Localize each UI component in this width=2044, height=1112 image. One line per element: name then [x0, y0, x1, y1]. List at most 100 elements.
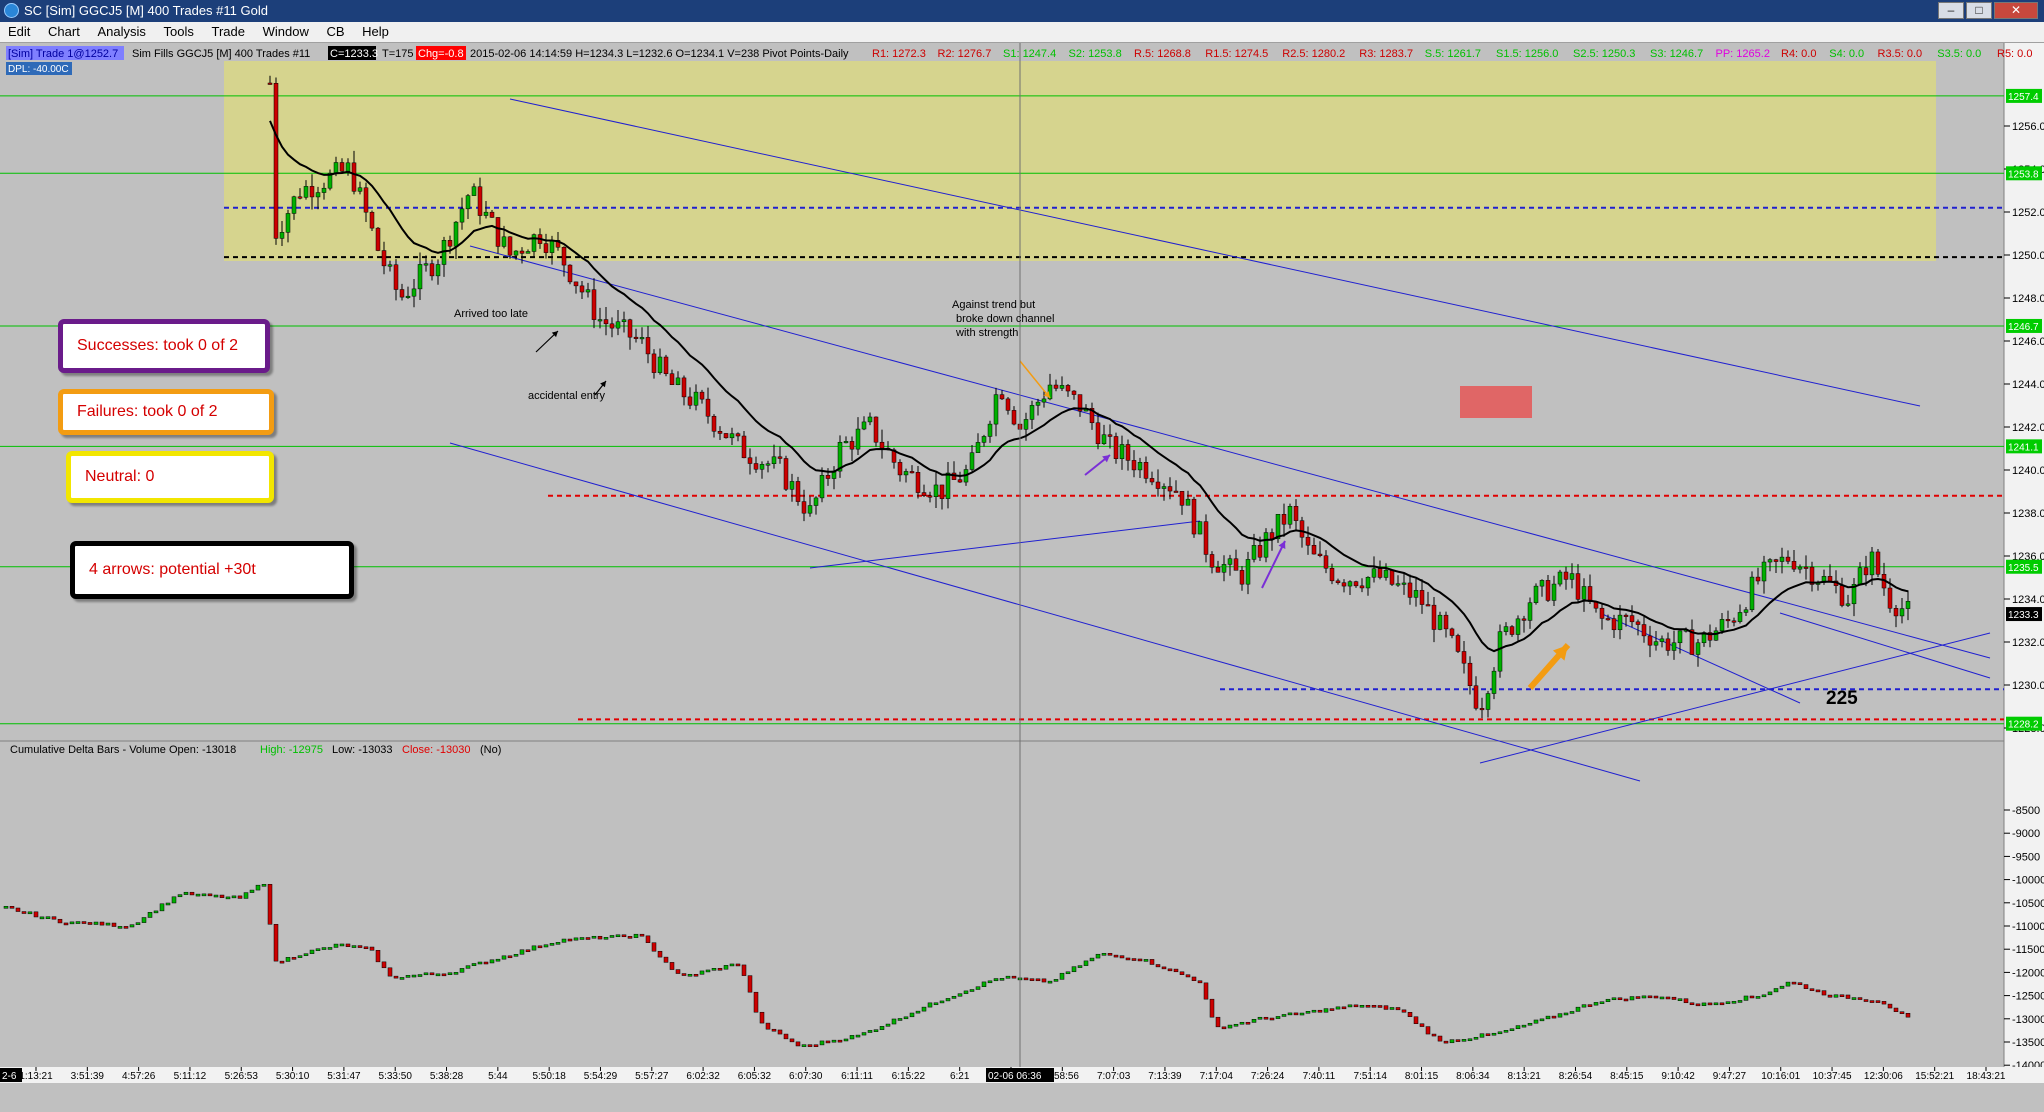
candle-body	[1774, 560, 1778, 562]
candle-body	[1396, 584, 1400, 586]
candle-body	[1864, 568, 1868, 575]
delta-bar	[1414, 1017, 1418, 1024]
delta-bar	[1078, 966, 1082, 968]
candle-body	[1420, 590, 1424, 604]
delta-bar	[346, 944, 350, 947]
candle-body	[1750, 577, 1754, 610]
delta-bar	[1588, 1005, 1592, 1007]
candle-body	[1492, 671, 1496, 693]
delta-bar	[664, 957, 668, 962]
delta-bar	[1156, 964, 1160, 966]
delta-bar	[1480, 1034, 1484, 1038]
delta-bar	[1798, 983, 1802, 985]
candle-body	[1636, 622, 1640, 625]
delta-bar	[514, 954, 518, 956]
candle-body	[1840, 586, 1844, 606]
delta-bar	[964, 991, 968, 994]
delta-bar	[1774, 988, 1778, 991]
candle-body	[1744, 610, 1748, 613]
candle-body	[1264, 533, 1268, 558]
delta-bar	[1000, 978, 1004, 980]
delta-bar	[1744, 996, 1748, 1000]
candle-body	[790, 481, 794, 489]
candle-body	[1408, 583, 1412, 597]
delta-tick-label: -10000	[2012, 875, 2044, 887]
candle-body	[1240, 570, 1244, 584]
delta-bar	[1510, 1029, 1514, 1031]
maximize-button[interactable]: □	[1966, 2, 1992, 19]
candle-body	[934, 485, 938, 497]
candle-body	[1456, 635, 1460, 651]
candle-body	[1342, 583, 1346, 586]
delta-bar	[52, 917, 56, 920]
candle-body	[682, 378, 686, 397]
time-tick-label: 5:50:18	[532, 1071, 566, 1082]
delta-bar	[1372, 1005, 1376, 1007]
delta-bar	[388, 968, 392, 976]
candle-body	[1036, 402, 1040, 405]
delta-bar	[34, 912, 38, 917]
menu-window[interactable]: Window	[255, 22, 315, 42]
delta-tick-label: -13500	[2012, 1037, 2044, 1049]
candle-body	[1648, 636, 1652, 645]
delta-bar	[1804, 985, 1808, 989]
candle-body	[910, 471, 914, 473]
candle-body	[412, 289, 416, 296]
successes-box: Successes: took 0 of 2	[58, 319, 270, 373]
failures-box: Failures: took 0 of 2	[58, 389, 274, 435]
delta-bar	[742, 965, 746, 976]
candle-body	[316, 193, 320, 197]
arrows-text: 4 arrows: potential +30t	[89, 562, 256, 578]
candle-body	[544, 244, 548, 253]
candle-body	[874, 417, 878, 442]
menu-trade[interactable]: Trade	[203, 22, 250, 42]
delta-bar	[190, 892, 194, 895]
delta-bar	[1516, 1026, 1520, 1029]
pivot-value: S3: 1246.7	[1650, 48, 1703, 60]
menu-chart[interactable]: Chart	[40, 22, 86, 42]
candle-body	[976, 442, 980, 452]
candle-body	[796, 481, 800, 501]
candle-body	[304, 186, 308, 197]
delta-bar	[1192, 977, 1196, 981]
delta-bar	[1150, 959, 1154, 964]
delta-bar	[1618, 998, 1622, 1000]
delta-bar	[1264, 1017, 1268, 1019]
candle-body	[1156, 482, 1160, 489]
minimize-button[interactable]: –	[1938, 2, 1964, 19]
candle-body	[604, 320, 608, 324]
candle-body	[1888, 588, 1892, 608]
menu-help[interactable]: Help	[354, 22, 395, 42]
chart-area[interactable]: [Sim] Trade 1@1252.7 Sim Fills GGCJ5 [M]…	[0, 43, 2044, 1107]
pivot-value: S2.5: 1250.3	[1573, 48, 1635, 60]
candle-body	[718, 431, 722, 433]
candle-body	[1024, 419, 1028, 429]
close-button[interactable]: ✕	[1994, 2, 2038, 19]
note-against-trend-2: broke down channel	[956, 313, 1054, 325]
delta-bar	[1684, 999, 1688, 1003]
candle-body	[382, 251, 386, 266]
candle-body	[928, 496, 932, 498]
candle-body	[592, 290, 596, 320]
delta-bar	[904, 1017, 908, 1019]
delta-bar	[760, 1012, 764, 1023]
menu-analysis[interactable]: Analysis	[89, 22, 151, 42]
delta-bar	[940, 1001, 944, 1003]
delta-bar	[28, 912, 32, 914]
candle-body	[1726, 619, 1730, 621]
candle-body	[1768, 560, 1772, 562]
delta-bar	[130, 925, 134, 927]
candle-body	[1228, 559, 1232, 565]
delta-bar	[622, 935, 626, 937]
candle-body	[352, 163, 356, 191]
price-tick-label: 1234.0	[2012, 594, 2044, 606]
menu-tools[interactable]: Tools	[156, 22, 200, 42]
candle-body	[1072, 391, 1076, 395]
menu-edit[interactable]: Edit	[0, 22, 36, 42]
delta-bar	[1258, 1017, 1262, 1019]
delta-bar	[1690, 1003, 1694, 1005]
menu-cb[interactable]: CB	[318, 22, 350, 42]
candle-body	[610, 324, 614, 328]
candle-body	[394, 265, 398, 290]
delta-bar	[1468, 1039, 1472, 1041]
